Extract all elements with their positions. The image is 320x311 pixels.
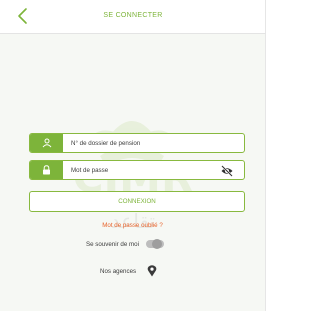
agencies-link[interactable]: Nos agences: [100, 264, 157, 278]
eye-slash-icon[interactable]: [220, 164, 234, 178]
header: SE CONNECTER: [0, 0, 266, 34]
pension-number-field[interactable]: N° de dossier de pension: [29, 133, 245, 153]
password-field[interactable]: Mot de passe: [29, 160, 245, 180]
lock-icon: [30, 161, 63, 179]
remember-me-row: Se souvenir de moi: [86, 238, 164, 250]
login-screen: SE CONNECTER CIMR تقاعد N° de dossier de…: [0, 0, 266, 311]
pension-number-placeholder: N° de dossier de pension: [71, 139, 141, 147]
agencies-label: Nos agences: [100, 267, 137, 275]
remember-me-label: Se souvenir de moi: [86, 240, 139, 248]
password-placeholder: Mot de passe: [71, 166, 109, 174]
connexion-button[interactable]: CONNEXION: [29, 191, 245, 212]
page-title: SE CONNECTER: [103, 12, 163, 19]
forgot-password-link[interactable]: Mot de passe oublié ?: [0, 222, 265, 229]
map-pin-icon: [147, 265, 157, 277]
remember-me-toggle[interactable]: [145, 239, 164, 249]
toggle-knob: [151, 239, 162, 249]
user-icon: [30, 134, 63, 152]
